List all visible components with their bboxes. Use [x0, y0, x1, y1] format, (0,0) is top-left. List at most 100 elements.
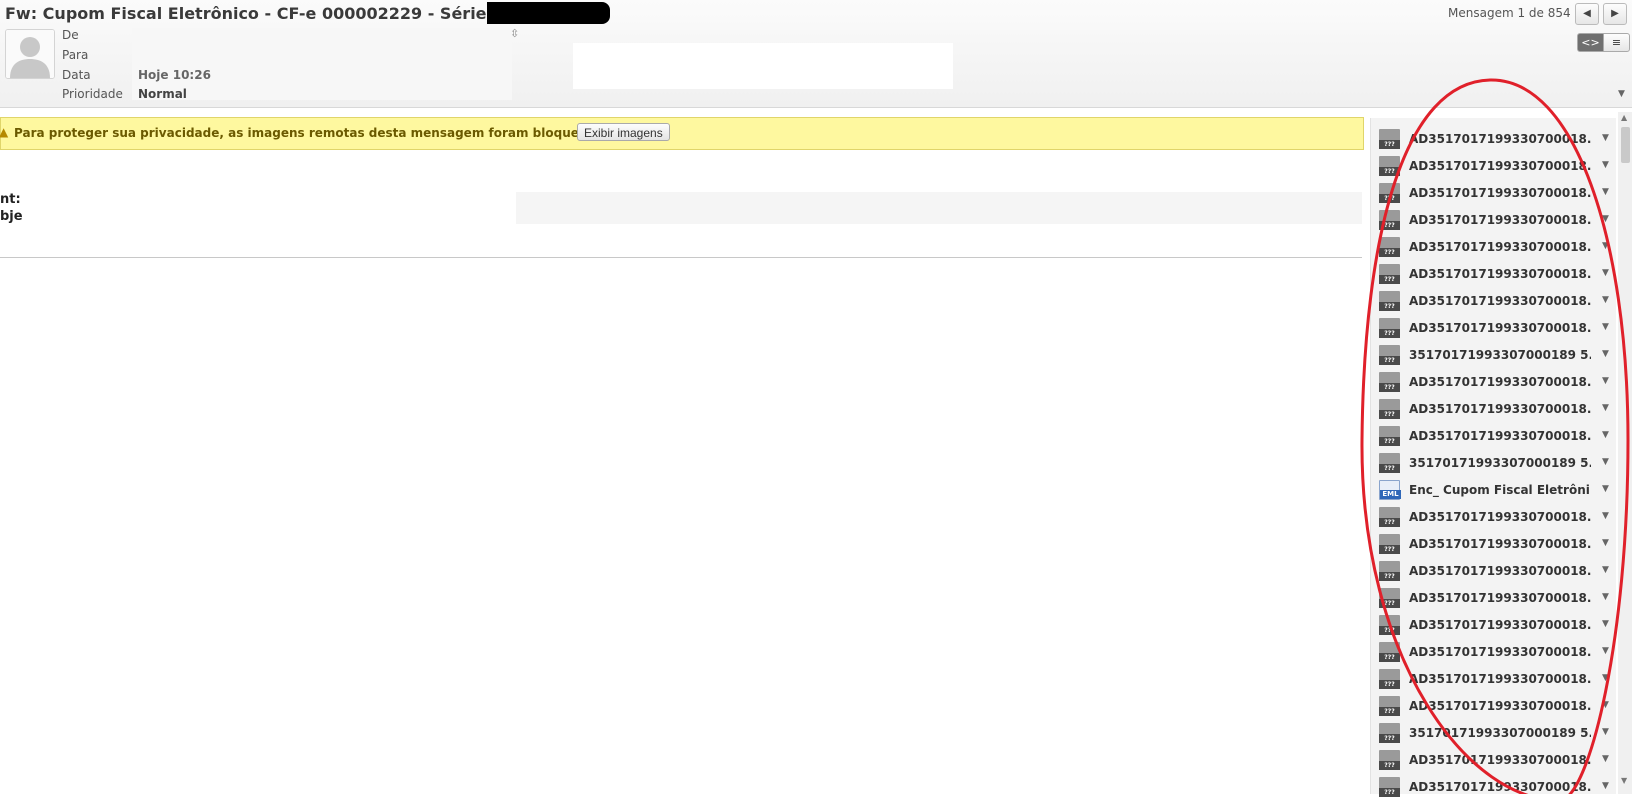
attachment-name[interactable]: AD3517017199330700018... — [1409, 510, 1591, 524]
attachment-item[interactable]: ??? AD3517017199330700018... ▼ — [1379, 315, 1611, 341]
previous-message-button[interactable]: ◀ — [1575, 3, 1599, 25]
attachment-name[interactable]: AD3517017199330700018... — [1409, 267, 1591, 281]
attachment-name[interactable]: 35170171993307000189 5... — [1409, 348, 1591, 362]
attachment-item[interactable]: ??? AD3517017199330700018... ▼ — [1379, 180, 1611, 206]
attachment-menu-icon[interactable]: ▼ — [1602, 214, 1609, 224]
attachment-menu-icon[interactable]: ▼ — [1602, 673, 1609, 683]
attachment-item[interactable]: ??? AD3517017199330700018... ▼ — [1379, 423, 1611, 449]
header-toggle-icon[interactable]: ▼ — [1618, 89, 1625, 99]
attachment-item[interactable]: ??? AD3517017199330700018... ▼ — [1379, 369, 1611, 395]
attachment-name[interactable]: AD3517017199330700018... — [1409, 429, 1591, 443]
attachment-menu-icon[interactable]: ▼ — [1602, 160, 1609, 170]
attachment-menu-icon[interactable]: ▼ — [1602, 727, 1609, 737]
attachment-item[interactable]: ??? 35170171993307000189 5... ▼ — [1379, 450, 1611, 476]
attachment-menu-icon[interactable]: ▼ — [1602, 268, 1609, 278]
attachment-menu-icon[interactable]: ▼ — [1602, 457, 1609, 467]
attachment-name[interactable]: AD3517017199330700018... — [1409, 186, 1591, 200]
attachment-menu-icon[interactable]: ▼ — [1602, 538, 1609, 548]
message-subject: Fw: Cupom Fiscal Eletrônico - CF-e 00000… — [5, 4, 516, 23]
attachment-menu-icon[interactable]: ▼ — [1602, 133, 1609, 143]
unknown-file-icon: ??? — [1379, 588, 1400, 608]
body-sent-label: nt: — [0, 192, 21, 207]
file-type-tag: ??? — [1379, 626, 1400, 635]
attachment-item[interactable]: ??? AD3517017199330700018... ▼ — [1379, 153, 1611, 179]
plain-view-button[interactable]: ≡ — [1603, 33, 1630, 52]
attachment-menu-icon[interactable]: ▼ — [1602, 295, 1609, 305]
attachment-item[interactable]: ??? AD3517017199330700018... ▼ — [1379, 126, 1611, 152]
attachment-item[interactable]: ??? AD3517017199330700018... ▼ — [1379, 207, 1611, 233]
attachment-menu-icon[interactable]: ▼ — [1602, 592, 1609, 602]
attachment-menu-icon[interactable]: ▼ — [1602, 619, 1609, 629]
attachment-item[interactable]: ??? AD3517017199330700018... ▼ — [1379, 585, 1611, 611]
attachment-item[interactable]: ??? AD3517017199330700018... ▼ — [1379, 234, 1611, 260]
attachment-menu-icon[interactable]: ▼ — [1602, 430, 1609, 440]
attachment-item[interactable]: EML Enc_ Cupom Fiscal Eletrôni... ▼ — [1379, 477, 1611, 503]
attachment-menu-icon[interactable]: ▼ — [1602, 187, 1609, 197]
attachment-menu-icon[interactable]: ▼ — [1602, 376, 1609, 386]
attachment-item[interactable]: ??? AD3517017199330700018... ▼ — [1379, 774, 1611, 800]
attachment-name[interactable]: AD3517017199330700018... — [1409, 645, 1591, 659]
attachment-name[interactable]: AD3517017199330700018... — [1409, 537, 1591, 551]
attachment-name[interactable]: AD3517017199330700018... — [1409, 294, 1591, 308]
attachment-name[interactable]: AD3517017199330700018... — [1409, 402, 1591, 416]
attachment-name[interactable]: 35170171993307000189 5... — [1409, 726, 1591, 740]
attachment-item[interactable]: ??? AD3517017199330700018... ▼ — [1379, 288, 1611, 314]
attachment-name[interactable]: AD3517017199330700018... — [1409, 159, 1591, 173]
attachment-name[interactable]: AD3517017199330700018... — [1409, 618, 1591, 632]
attachment-menu-icon[interactable]: ▼ — [1602, 511, 1609, 521]
show-images-button[interactable]: Exibir imagens — [577, 123, 670, 141]
attachment-menu-icon[interactable]: ▼ — [1602, 349, 1609, 359]
attachment-name[interactable]: AD3517017199330700018... — [1409, 672, 1591, 686]
attachment-menu-icon[interactable]: ▼ — [1602, 322, 1609, 332]
attachment-item[interactable]: ??? AD3517017199330700018... ▼ — [1379, 693, 1611, 719]
unknown-file-icon: ??? — [1379, 237, 1400, 257]
add-contact-icon[interactable]: ⇳ — [510, 27, 519, 40]
attachment-item[interactable]: ??? AD3517017199330700018... ▼ — [1379, 612, 1611, 638]
html-view-button[interactable]: <> — [1577, 33, 1604, 52]
unknown-file-icon: ??? — [1379, 696, 1400, 716]
file-type-tag: EML — [1380, 490, 1401, 499]
attachment-item[interactable]: ??? AD3517017199330700018... ▼ — [1379, 747, 1611, 773]
attachment-menu-icon[interactable]: ▼ — [1602, 565, 1609, 575]
attachment-item[interactable]: ??? AD3517017199330700018... ▼ — [1379, 396, 1611, 422]
attachment-menu-icon[interactable]: ▼ — [1602, 403, 1609, 413]
file-type-tag: ??? — [1379, 383, 1400, 392]
attachment-name[interactable]: AD3517017199330700018... — [1409, 213, 1591, 227]
attachment-name[interactable]: AD3517017199330700018... — [1409, 591, 1591, 605]
attachment-name[interactable]: 35170171993307000189 5... — [1409, 456, 1591, 470]
attachment-item[interactable]: ??? 35170171993307000189 5... ▼ — [1379, 720, 1611, 746]
attachment-name[interactable]: AD3517017199330700018... — [1409, 321, 1591, 335]
scrollbar-thumb[interactable] — [1621, 127, 1630, 163]
scroll-down-icon[interactable]: ▼ — [1621, 776, 1627, 785]
attachment-item[interactable]: ??? 35170171993307000189 5... ▼ — [1379, 342, 1611, 368]
attachment-menu-icon[interactable]: ▼ — [1602, 700, 1609, 710]
message-header: Fw: Cupom Fiscal Eletrônico - CF-e 00000… — [0, 0, 1632, 108]
warning-icon: ▲ — [0, 125, 9, 139]
attachment-name[interactable]: AD3517017199330700018... — [1409, 375, 1591, 389]
attachment-menu-icon[interactable]: ▼ — [1602, 754, 1609, 764]
attachment-menu-icon[interactable]: ▼ — [1602, 646, 1609, 656]
file-type-tag: ??? — [1379, 572, 1400, 581]
attachment-name[interactable]: AD3517017199330700018... — [1409, 753, 1591, 767]
vertical-scrollbar[interactable]: ▲ ▼ — [1618, 112, 1632, 794]
attachment-menu-icon[interactable]: ▼ — [1602, 241, 1609, 251]
attachment-item[interactable]: ??? AD3517017199330700018... ▼ — [1379, 639, 1611, 665]
attachment-item[interactable]: ??? AD3517017199330700018... ▼ — [1379, 558, 1611, 584]
attachment-menu-icon[interactable]: ▼ — [1602, 484, 1609, 494]
attachment-name[interactable]: AD3517017199330700018... — [1409, 240, 1591, 254]
attachment-name[interactable]: AD3517017199330700018... — [1409, 564, 1591, 578]
scroll-up-icon[interactable]: ▲ — [1621, 113, 1627, 122]
attachment-menu-icon[interactable]: ▼ — [1602, 781, 1609, 791]
attachment-name[interactable]: AD3517017199330700018... — [1409, 780, 1591, 794]
redaction-mark — [487, 2, 610, 24]
attachment-item[interactable]: ??? AD3517017199330700018... ▼ — [1379, 504, 1611, 530]
attachment-name[interactable]: AD3517017199330700018... — [1409, 699, 1591, 713]
attachment-item[interactable]: ??? AD3517017199330700018... ▼ — [1379, 261, 1611, 287]
file-type-tag: ??? — [1379, 275, 1400, 284]
attachment-name[interactable]: AD3517017199330700018... — [1409, 132, 1591, 146]
attachment-item[interactable]: ??? AD3517017199330700018... ▼ — [1379, 666, 1611, 692]
attachment-item[interactable]: ??? AD3517017199330700018... ▼ — [1379, 531, 1611, 557]
next-message-button[interactable]: ▶ — [1603, 3, 1627, 25]
attachment-name[interactable]: Enc_ Cupom Fiscal Eletrôni... — [1409, 483, 1591, 497]
menu-icon: ≡ — [1611, 36, 1622, 49]
